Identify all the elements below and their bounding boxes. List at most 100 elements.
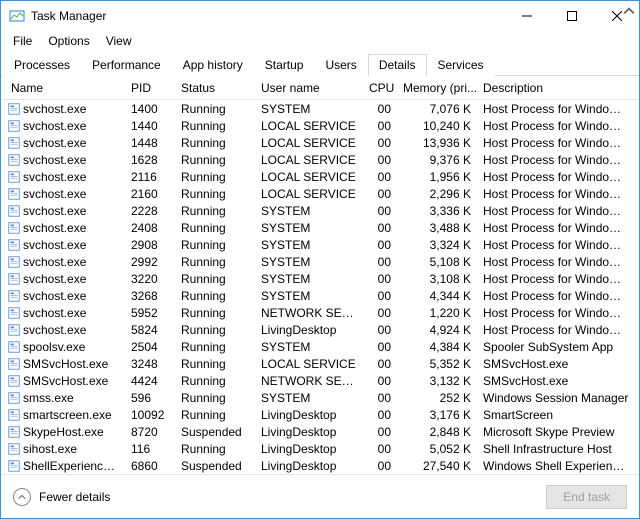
maximize-button[interactable] xyxy=(549,1,594,30)
table-row[interactable]: svchost.exe1440RunningLOCAL SERVICE0010,… xyxy=(1,117,639,134)
tab-performance[interactable]: Performance xyxy=(81,54,172,76)
cell-user: NETWORK SERVICE xyxy=(255,374,363,388)
process-name: svchost.exe xyxy=(23,204,86,218)
cell-status: Running xyxy=(175,289,255,303)
table-row[interactable]: svchost.exe1400RunningSYSTEM007,076 KHos… xyxy=(1,100,639,117)
tab-app-history[interactable]: App history xyxy=(172,54,254,76)
process-name: spoolsv.exe xyxy=(23,340,85,354)
table-row[interactable]: svchost.exe2116RunningLOCAL SERVICE001,9… xyxy=(1,168,639,185)
cell-memory: 2,848 K xyxy=(397,425,477,439)
cell-status: Running xyxy=(175,153,255,167)
table-row[interactable]: svchost.exe2992RunningSYSTEM005,108 KHos… xyxy=(1,253,639,270)
cell-user: LOCAL SERVICE xyxy=(255,187,363,201)
menu-file[interactable]: File xyxy=(5,32,40,50)
cell-description: Host Process for Windows Serv xyxy=(477,221,635,235)
cell-status: Running xyxy=(175,204,255,218)
header-status[interactable]: Status xyxy=(175,77,255,99)
cell-pid: 2228 xyxy=(125,204,175,218)
cell-cpu: 00 xyxy=(363,408,397,422)
process-name: svchost.exe xyxy=(23,102,86,116)
table-row[interactable]: svchost.exe5824RunningLivingDesktop004,9… xyxy=(1,321,639,338)
table-row[interactable]: ShellExperienceHost…6860SuspendedLivingD… xyxy=(1,457,639,474)
cell-pid: 2160 xyxy=(125,187,175,201)
cell-memory: 252 K xyxy=(397,391,477,405)
table-row[interactable]: svchost.exe2228RunningSYSTEM003,336 KHos… xyxy=(1,202,639,219)
process-name: svchost.exe xyxy=(23,136,86,150)
cell-description: Host Process for Windows Serv xyxy=(477,153,635,167)
scroll-up-icon[interactable] xyxy=(623,5,635,17)
window-controls xyxy=(504,1,639,31)
table-row[interactable]: svchost.exe3268RunningSYSTEM004,344 KHos… xyxy=(1,287,639,304)
cell-status: Running xyxy=(175,255,255,269)
table-row[interactable]: svchost.exe1448RunningLOCAL SERVICE0013,… xyxy=(1,134,639,151)
cell-cpu: 00 xyxy=(363,323,397,337)
cell-memory: 3,488 K xyxy=(397,221,477,235)
tab-details[interactable]: Details xyxy=(368,54,427,76)
exe-icon xyxy=(7,102,21,116)
cell-name: sihost.exe xyxy=(5,442,125,456)
tab-users[interactable]: Users xyxy=(314,54,367,76)
minimize-button[interactable] xyxy=(504,1,549,30)
cell-cpu: 00 xyxy=(363,391,397,405)
tab-services[interactable]: Services xyxy=(427,54,495,76)
table-row[interactable]: svchost.exe2908RunningSYSTEM003,324 KHos… xyxy=(1,236,639,253)
exe-icon xyxy=(7,408,21,422)
table-row[interactable]: svchost.exe3220RunningSYSTEM003,108 KHos… xyxy=(1,270,639,287)
process-grid: svchost.exe1400RunningSYSTEM007,076 KHos… xyxy=(1,100,639,480)
cell-cpu: 00 xyxy=(363,357,397,371)
table-row[interactable]: svchost.exe2160RunningLOCAL SERVICE002,2… xyxy=(1,185,639,202)
process-name: svchost.exe xyxy=(23,323,86,337)
menu-view[interactable]: View xyxy=(98,32,140,50)
end-task-button[interactable]: End task xyxy=(546,485,627,509)
cell-status: Running xyxy=(175,306,255,320)
header-memory[interactable]: Memory (pri... xyxy=(397,77,477,99)
exe-icon xyxy=(7,272,21,286)
cell-user: SYSTEM xyxy=(255,221,363,235)
app-icon xyxy=(9,8,25,24)
cell-status: Running xyxy=(175,323,255,337)
cell-cpu: 00 xyxy=(363,221,397,235)
table-row[interactable]: svchost.exe5952RunningNETWORK SERVICE001… xyxy=(1,304,639,321)
cell-user: LOCAL SERVICE xyxy=(255,357,363,371)
cell-memory: 5,108 K xyxy=(397,255,477,269)
table-row[interactable]: svchost.exe1628RunningLOCAL SERVICE009,3… xyxy=(1,151,639,168)
cell-name: svchost.exe xyxy=(5,170,125,184)
cell-description: Host Process for Windows Serv xyxy=(477,136,635,150)
cell-description: SMSvcHost.exe xyxy=(477,374,635,388)
table-row[interactable]: svchost.exe2408RunningSYSTEM003,488 KHos… xyxy=(1,219,639,236)
tab-processes[interactable]: Processes xyxy=(3,54,81,76)
exe-icon xyxy=(7,119,21,133)
header-pid[interactable]: PID xyxy=(125,77,175,99)
cell-description: Spooler SubSystem App xyxy=(477,340,635,354)
cell-description: Host Process for Windows Serv xyxy=(477,204,635,218)
table-row[interactable]: smartscreen.exe10092RunningLivingDesktop… xyxy=(1,406,639,423)
tab-startup[interactable]: Startup xyxy=(254,54,315,76)
tab-bar: Processes Performance App history Startu… xyxy=(1,51,639,76)
cell-name: svchost.exe xyxy=(5,221,125,235)
cell-memory: 3,324 K xyxy=(397,238,477,252)
cell-cpu: 00 xyxy=(363,187,397,201)
header-cpu[interactable]: CPU xyxy=(363,77,397,99)
fewer-details-button[interactable]: Fewer details xyxy=(13,488,110,506)
cell-memory: 2,296 K xyxy=(397,187,477,201)
header-name[interactable]: Name xyxy=(5,77,125,99)
cell-name: ShellExperienceHost… xyxy=(5,459,125,473)
header-user[interactable]: User name xyxy=(255,77,363,99)
process-name: svchost.exe xyxy=(23,306,86,320)
cell-description: SMSvcHost.exe xyxy=(477,357,635,371)
table-row[interactable]: spoolsv.exe2504RunningSYSTEM004,384 KSpo… xyxy=(1,338,639,355)
process-name: smartscreen.exe xyxy=(23,408,112,422)
header-description[interactable]: Description xyxy=(477,77,635,99)
menu-options[interactable]: Options xyxy=(40,32,97,50)
table-row[interactable]: sihost.exe116RunningLivingDesktop005,052… xyxy=(1,440,639,457)
cell-user: SYSTEM xyxy=(255,255,363,269)
cell-pid: 2908 xyxy=(125,238,175,252)
cell-status: Running xyxy=(175,170,255,184)
cell-status: Suspended xyxy=(175,425,255,439)
table-row[interactable]: SMSvcHost.exe3248RunningLOCAL SERVICE005… xyxy=(1,355,639,372)
table-row[interactable]: SkypeHost.exe8720SuspendedLivingDesktop0… xyxy=(1,423,639,440)
table-row[interactable]: smss.exe596RunningSYSTEM00252 KWindows S… xyxy=(1,389,639,406)
cell-name: svchost.exe xyxy=(5,255,125,269)
table-row[interactable]: SMSvcHost.exe4424RunningNETWORK SERVICE0… xyxy=(1,372,639,389)
process-name: ShellExperienceHost… xyxy=(23,459,119,473)
